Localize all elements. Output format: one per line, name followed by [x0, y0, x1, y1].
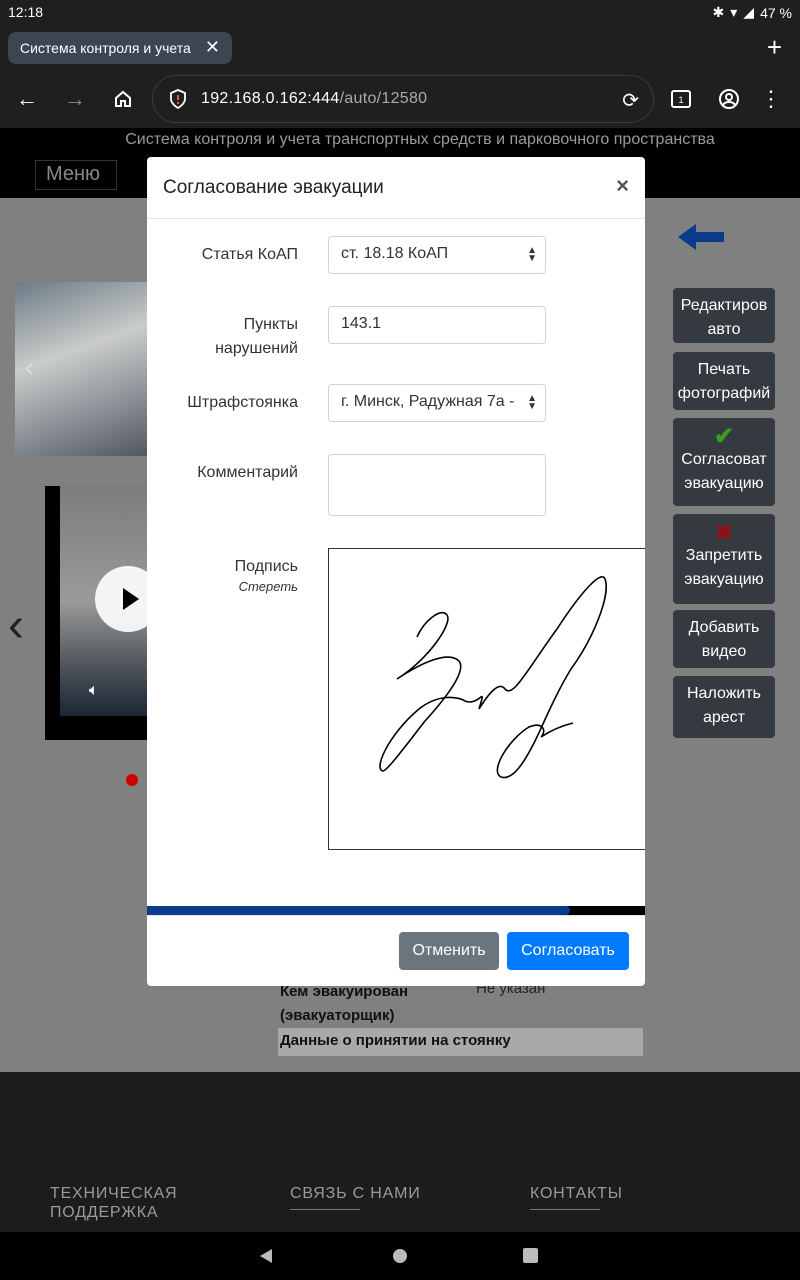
close-tab-icon[interactable]: ✕	[205, 37, 220, 58]
select-arrows-icon: ▲ ▼	[527, 245, 537, 264]
impound-value: г. Минск, Радужная 7а -	[341, 393, 515, 410]
wifi-icon: ▾	[730, 4, 738, 20]
add-video-button[interactable]: Добавить видео	[673, 610, 775, 668]
arrest-label: Наложить арест	[687, 685, 761, 726]
close-icon[interactable]: ×	[616, 173, 629, 199]
edit-auto-label: Редактиров авто	[680, 297, 768, 338]
volume-icon[interactable]: 🔈︎	[89, 682, 99, 700]
modal-footer: Отменить Согласовать	[147, 915, 645, 986]
progress-fill	[147, 906, 571, 915]
shield-icon[interactable]	[169, 89, 187, 109]
print-photos-label: Печать фотографий	[677, 361, 771, 402]
signature-clear-link[interactable]: Стереть	[147, 579, 298, 594]
article-label: Статья КоАП	[201, 246, 298, 263]
print-photos-button[interactable]: Печать фотографий	[673, 352, 775, 410]
progress-bar	[147, 906, 645, 915]
url-path: /auto/12580	[339, 90, 428, 107]
cancel-button[interactable]: Отменить	[399, 932, 499, 970]
article-value: ст. 18.18 КоАП	[341, 245, 449, 262]
status-icons: ✱ ▾ ◢ 47 %	[713, 4, 792, 21]
battery-text: 47 %	[760, 4, 792, 21]
url-text: 192.168.0.162:444/auto/12580	[201, 90, 427, 108]
home-icon[interactable]	[108, 84, 138, 114]
vehicle-photo[interactable]: ‹	[15, 282, 155, 456]
nav-recents-icon[interactable]	[523, 1248, 538, 1263]
tab-title: Система контроля и учета	[20, 40, 191, 56]
checkmark-icon: ✔	[713, 423, 735, 450]
carousel-prev-icon[interactable]: ‹	[25, 352, 34, 383]
add-video-label: Добавить видео	[688, 619, 760, 660]
points-value: 143.1	[341, 315, 382, 332]
account-icon[interactable]	[714, 84, 744, 114]
comment-textarea[interactable]	[328, 454, 546, 516]
select-arrows-icon: ▲ ▼	[527, 393, 537, 412]
browser-tab[interactable]: Система контроля и учета ✕	[8, 32, 232, 64]
approve-evacuation-label: Согласоват эвакуацию	[681, 451, 767, 492]
back-icon[interactable]: ←	[12, 84, 42, 114]
signature-drawing	[379, 576, 607, 779]
tabs-count-icon[interactable]: 1	[666, 84, 696, 114]
footer-support-heading: ТЕХНИЧЕСКАЯ ПОДДЕРЖКА	[50, 1185, 178, 1221]
system-nav-bar	[0, 1232, 800, 1280]
parking-section-heading: Данные о принятии на стоянку	[278, 1028, 643, 1056]
points-label: Пункты нарушений	[215, 316, 298, 357]
points-input[interactable]: 143.1	[328, 306, 546, 344]
footer-contacts-heading: КОНТАКТЫ	[530, 1185, 623, 1202]
article-select[interactable]: ст. 18.18 КоАП ▲ ▼	[328, 236, 546, 274]
more-menu-icon[interactable]: ⋮	[756, 84, 786, 114]
signal-icon: ◢	[743, 4, 755, 20]
vehicle-info-table: Кем эвакуирован (эвакуаторщик) Не указан…	[278, 978, 643, 1056]
clock: 12:18	[8, 4, 44, 20]
approve-evacuation-button[interactable]: ✔ Согласоват эвакуацию	[673, 418, 775, 506]
url-host: 192.168.0.162:444	[201, 90, 340, 107]
footer-support: ТЕХНИЧЕСКАЯ ПОДДЕРЖКА	[50, 1184, 210, 1222]
signature-label: Подпись	[234, 558, 298, 575]
address-bar[interactable]: 192.168.0.162:444/auto/12580 ⟳	[152, 75, 654, 123]
record-dot	[126, 774, 138, 786]
footer-divider	[530, 1209, 600, 1210]
reload-icon[interactable]: ⟳	[622, 88, 639, 113]
site-footer: ТЕХНИЧЕСКАЯ ПОДДЕРЖКА СВЯЗЬ С НАМИ КОНТА…	[0, 1072, 800, 1232]
cross-icon: ✖	[714, 520, 734, 545]
edit-auto-button[interactable]: Редактиров авто	[673, 288, 775, 343]
status-bar: 12:18 ✱ ▾ ◢ 47 %	[0, 0, 800, 24]
nav-home-icon[interactable]	[392, 1248, 408, 1264]
modal-title: Согласование эвакуации	[163, 177, 384, 198]
forward-icon[interactable]: →	[60, 84, 90, 114]
browser-toolbar: ← → 192.168.0.162:444/auto/12580 ⟳ 1 ⋮	[0, 70, 800, 128]
video-player[interactable]: 🔈︎	[45, 486, 161, 740]
signature-pad[interactable]	[328, 548, 645, 850]
svg-text:1: 1	[678, 95, 683, 105]
tab-strip: Система контроля и учета ✕ +	[0, 24, 800, 70]
deny-evacuation-label: Запретить эвакуацию	[684, 547, 764, 588]
new-tab-icon[interactable]: +	[767, 34, 782, 60]
deny-evacuation-button[interactable]: ✖ Запретить эвакуацию	[673, 514, 775, 604]
bluetooth-icon: ✱	[712, 4, 725, 20]
footer-divider	[290, 1209, 360, 1210]
impound-select[interactable]: г. Минск, Радужная 7а - ▲ ▼	[328, 384, 546, 422]
impound-label: Штрафстоянка	[187, 394, 298, 411]
site-title: Система контроля и учета транспортных ср…	[125, 131, 715, 148]
modal-header: Согласование эвакуации ×	[147, 157, 645, 219]
arrest-button[interactable]: Наложить арест	[673, 676, 775, 738]
footer-contact-heading: СВЯЗЬ С НАМИ	[290, 1185, 421, 1202]
evacuation-approval-modal: Согласование эвакуации × Статья КоАП ст.…	[147, 157, 645, 986]
chevron-left-icon[interactable]: ‹	[8, 598, 24, 653]
back-arrow-icon[interactable]	[678, 224, 726, 250]
footer-contacts: КОНТАКТЫ	[530, 1184, 623, 1210]
comment-label: Комментарий	[197, 464, 298, 481]
nav-back-icon[interactable]	[258, 1248, 274, 1264]
menu-button[interactable]: Меню	[35, 160, 117, 190]
footer-contact-us: СВЯЗЬ С НАМИ	[290, 1184, 421, 1210]
evacuated-by-label: Кем эвакуирован (эвакуаторщик)	[280, 983, 409, 1024]
confirm-button[interactable]: Согласовать	[507, 932, 629, 970]
